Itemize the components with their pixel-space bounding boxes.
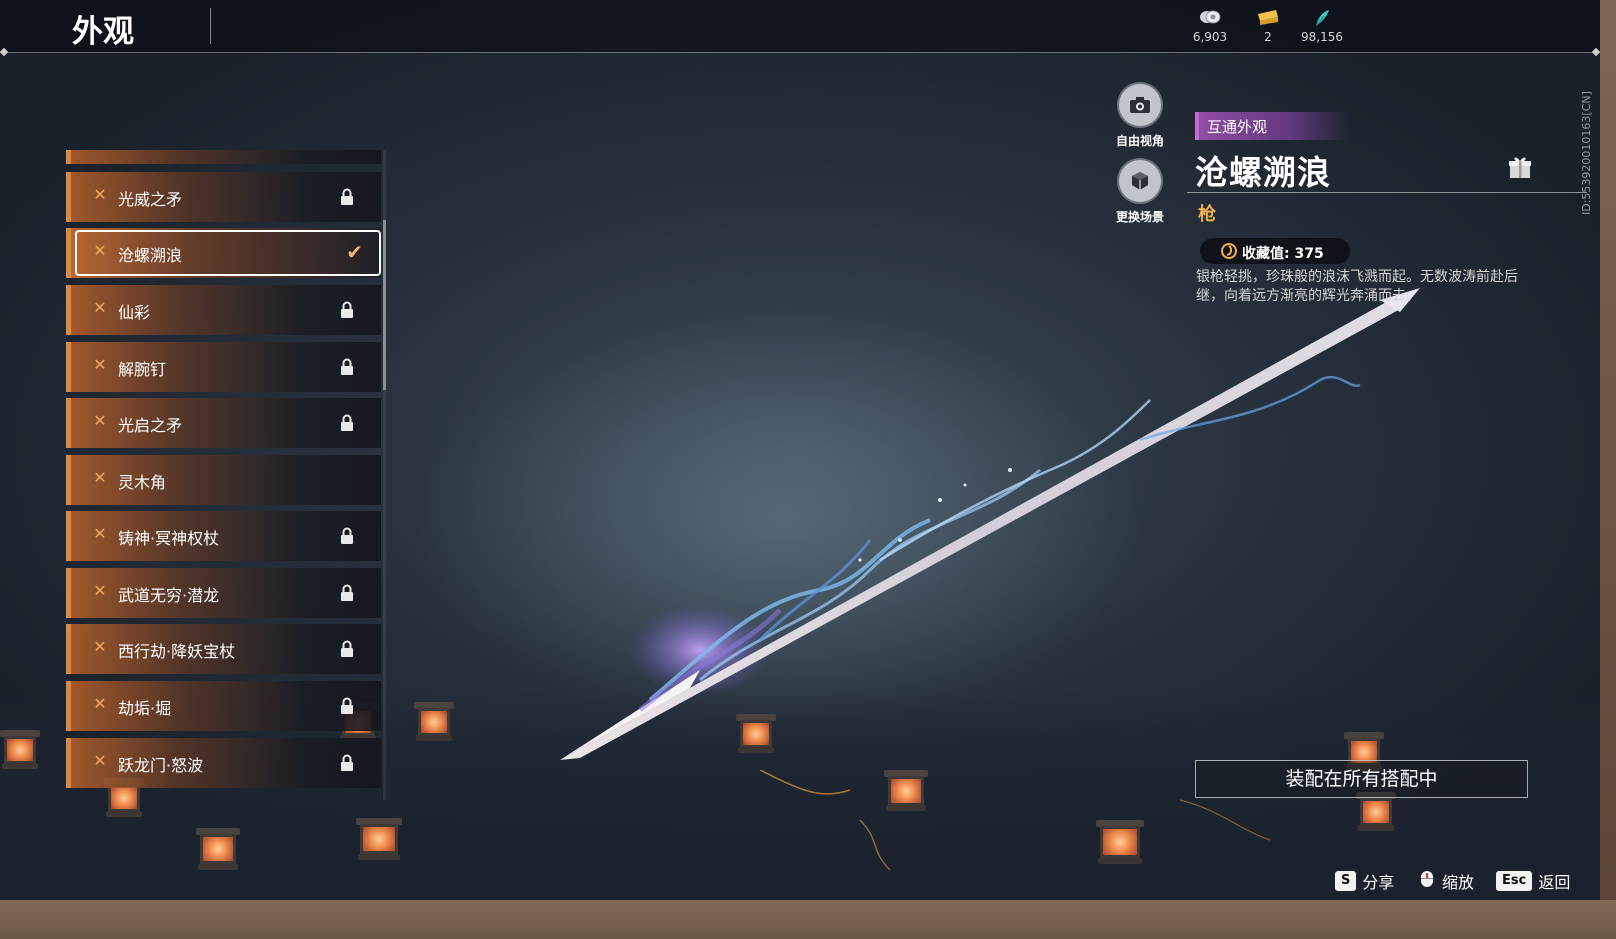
spear-type-icon: ✕ [93,468,107,487]
list-item[interactable]: ✕ 铸神·冥神权杖 [66,511,381,561]
free-view-label: 自由视角 [1115,134,1164,148]
title-divider [210,8,211,44]
page-title: 外观 [72,14,134,50]
lantern-decoration [414,700,454,742]
weapon-type: 枪 [1198,204,1216,225]
list-item[interactable]: ✕ 光威之矛 [66,172,381,222]
title-divider-line [1187,192,1587,193]
lock-icon [341,301,353,318]
free-view-button[interactable]: 自由视角 [1100,82,1180,149]
list-item[interactable]: ✕ 灵木角 [66,455,381,505]
list-item-name: 灵木角 [118,473,167,492]
appearance-list: ✕ 光威之矛 ✕ 沧螺溯浪 ✔ ✕ 仙彩 ✕ 解腕钉 ✕ 光启之矛 ✕ 灵木角 … [66,150,381,800]
lock-icon [341,697,353,714]
frame-edge-bottom [0,900,1616,939]
share-hint[interactable]: S 分享 [1335,869,1394,893]
list-item-name: 光启之矛 [118,416,183,435]
change-scene-label: 更换场景 [1115,210,1164,224]
lantern-decoration [1096,818,1144,866]
lantern-decoration [356,816,402,862]
top-bar-divider [0,52,1600,53]
spear-type-icon: ✕ [93,751,107,770]
shared-appearance-tag: 互通外观 [1195,112,1350,140]
equip-all-button[interactable]: 装配在所有搭配中 [1195,760,1528,798]
server-id-label: ID:553920010163[CN] [1580,91,1593,215]
lock-icon [341,414,353,431]
list-item-selected[interactable]: ✕ 沧螺溯浪 ✔ [66,228,381,278]
collection-value-badge: 收藏值: 375 [1200,238,1350,264]
back-hint[interactable]: Esc 返回 [1496,869,1570,893]
gift-icon[interactable] [1507,154,1533,180]
checkmark-icon: ✔ [346,240,363,264]
list-item[interactable]: ✕ 解腕钉 [66,342,381,392]
spear-type-icon: ✕ [93,355,107,374]
list-item[interactable]: ✕ 光启之矛 [66,398,381,448]
lantern-decoration [0,728,40,770]
lock-icon [341,754,353,771]
list-item[interactable]: ✕ 武道无穷·潜龙 [66,568,381,618]
spear-type-icon: ✕ [93,298,107,317]
mouse-icon [1418,870,1436,892]
lantern-decoration [884,768,928,812]
lock-icon [341,584,353,601]
game-scene: 外观 6,903 2 98,156 ID:553920010163[CN] ✕ … [0,0,1600,900]
list-item-name: 光威之矛 [118,190,183,209]
spear-type-icon: ✕ [93,694,107,713]
cube-icon [1117,158,1163,204]
spear-type-icon: ✕ [93,241,107,260]
list-item-name: 西行劫·降妖宝杖 [118,642,236,661]
lock-icon [341,188,353,205]
share-label: 分享 [1362,873,1395,892]
list-item[interactable]: ✕ 西行劫·降妖宝杖 [66,624,381,674]
list-item-name: 沧螺溯浪 [118,246,183,265]
collection-value-text: 收藏值: 375 [1242,246,1324,262]
spear-type-icon: ✕ [93,411,107,430]
lantern-decoration [196,826,240,872]
list-item-name: 铸神·冥神权杖 [118,529,220,548]
list-item[interactable]: ✕ 劫垢·堀 [66,681,381,731]
frame-edge-right [1600,0,1616,939]
feather-value: 98,156 [1301,30,1343,44]
feather-icon [1287,8,1357,28]
currency-feather: 98,156 [1287,8,1357,44]
lock-icon [341,358,353,375]
list-item-name: 解腕钉 [118,360,167,379]
spear-type-icon: ✕ [93,524,107,543]
list-item-name: 仙彩 [118,303,151,322]
change-scene-button[interactable]: 更换场景 [1100,158,1180,225]
list-scrollbar-thumb[interactable] [383,220,386,390]
list-item[interactable]: ✕ 跃龙门·怒波 [66,738,381,788]
lock-icon [341,640,353,657]
list-item-name: 跃龙门·怒波 [118,756,204,775]
zoom-hint[interactable]: 缩放 [1418,869,1474,893]
item-description: 银枪轻挑，珍珠般的浪沫飞溅而起。无数波涛前赴后继，向着远方渐亮的辉光奔涌而去。 [1196,269,1518,304]
spear-type-icon: ✕ [93,637,107,656]
list-item-partial[interactable] [66,150,381,164]
collection-icon [1221,243,1237,259]
esc-key: Esc [1496,871,1533,891]
back-label: 返回 [1538,873,1571,892]
spear-type-icon: ✕ [93,581,107,600]
spear-type-icon: ✕ [93,185,107,204]
item-title: 沧螺溯浪 [1195,153,1331,192]
list-item-name: 武道无穷·潜龙 [118,586,220,605]
top-bar: 外观 6,903 2 98,156 [0,0,1600,52]
zoom-label: 缩放 [1442,873,1475,892]
lantern-decoration [736,712,776,754]
list-item-name: 劫垢·堀 [118,699,172,718]
camera-icon [1117,82,1163,128]
lock-icon [341,527,353,544]
list-item[interactable]: ✕ 仙彩 [66,285,381,335]
s-key: S [1335,871,1357,891]
